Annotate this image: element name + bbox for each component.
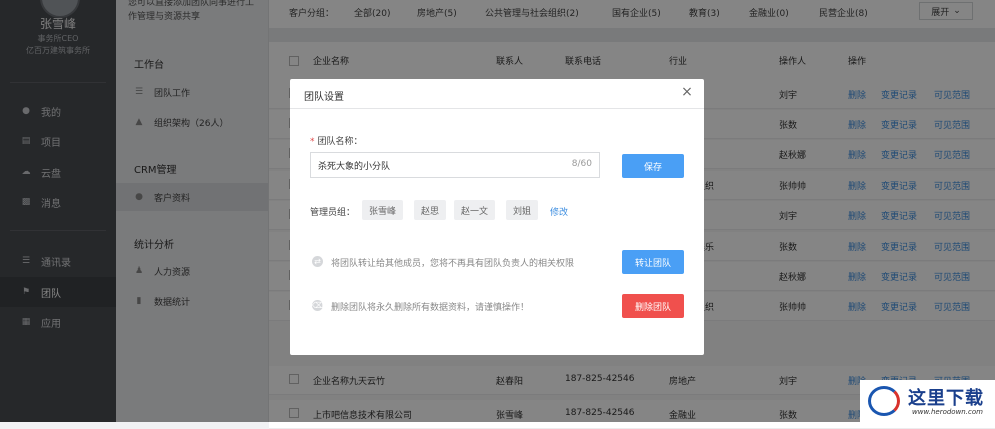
admin-tag: 赵思 [414, 200, 447, 220]
team-settings-dialog: 团队设置 × *团队名称： 8/60 保存 管理员组： 张雪峰 赵思 赵一文 刘… [290, 79, 704, 355]
admin-group-label: 管理员组： [310, 208, 356, 218]
dialog-header: 团队设置 × [290, 79, 704, 109]
save-button[interactable]: 保存 [622, 154, 684, 178]
required-mark: * [310, 137, 315, 147]
site-watermark: 这里下载 www.herodown.com [860, 380, 995, 422]
admin-tag: 刘姐 [506, 200, 539, 220]
label-text: 团队名称： [317, 137, 363, 147]
delete-description: 删除团队将永久删除所有数据资料，请谨慎操作！ [331, 303, 530, 313]
admin-tag: 张雪峰 [362, 200, 404, 220]
dialog-title: 团队设置 [304, 92, 344, 103]
team-name-input[interactable] [311, 153, 575, 177]
transfer-icon: ⇄ [312, 256, 323, 267]
site-logo-icon [868, 386, 900, 416]
admin-tag: 赵一文 [454, 200, 496, 220]
team-name-label: * 团队名称： [310, 134, 363, 147]
transfer-description: 将团队转让给其他成员，您将不再具有团队负责人的相关权限 [331, 259, 575, 269]
close-icon[interactable]: × [680, 85, 694, 99]
edit-admins-link[interactable]: 修改 [550, 205, 568, 218]
team-name-field[interactable]: 8/60 [310, 152, 600, 178]
char-count: 8/60 [571, 159, 592, 169]
transfer-team-button[interactable]: 转让团队 [622, 250, 684, 274]
delete-team-button[interactable]: 删除团队 [622, 294, 684, 318]
watermark-url: www.herodown.com [912, 408, 983, 416]
trash-icon: ⌫ [312, 300, 324, 311]
watermark-name: 这里下载 [908, 388, 984, 409]
